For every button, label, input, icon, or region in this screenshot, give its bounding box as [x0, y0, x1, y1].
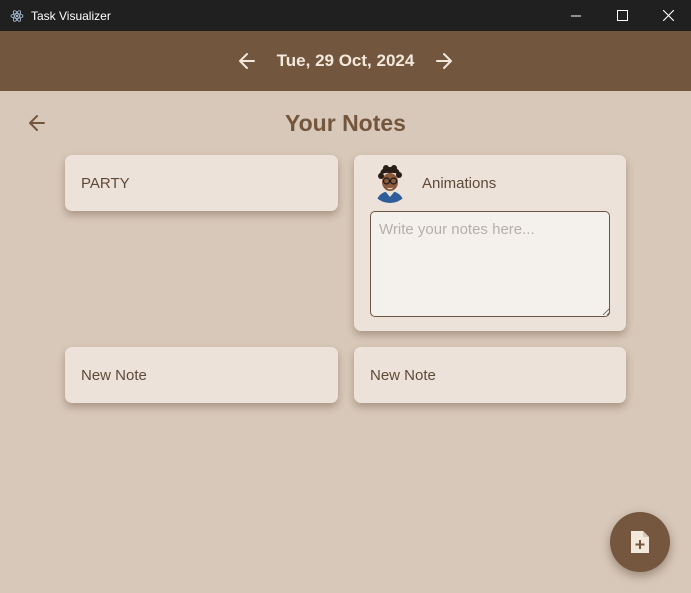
minimize-icon: [571, 15, 581, 16]
resize-handle-icon[interactable]: [602, 307, 610, 315]
maximize-button[interactable]: [599, 0, 645, 31]
next-day-button[interactable]: [432, 49, 456, 73]
current-date: Tue, 29 Oct, 2024: [276, 51, 415, 70]
note-title: PARTY: [81, 175, 130, 192]
note-title: Animations: [422, 175, 497, 192]
window-title: Task Visualizer: [31, 8, 111, 23]
close-icon: [662, 10, 674, 21]
arrow-right-icon: [436, 53, 453, 69]
page-title: Your Notes: [285, 110, 406, 136]
window-titlebar: Task Visualizer: [0, 0, 691, 31]
date-header: Tue, 29 Oct, 2024: [0, 31, 691, 91]
avatar: [370, 163, 410, 203]
note-card[interactable]: New Note: [65, 347, 338, 403]
note-card-expanded[interactable]: Animations: [354, 155, 626, 331]
close-button[interactable]: [645, 0, 691, 31]
note-card[interactable]: PARTY: [65, 155, 338, 211]
add-note-button[interactable]: [610, 512, 670, 572]
electron-app-icon: [9, 8, 25, 24]
maximize-icon: [616, 10, 628, 21]
minimize-button[interactable]: [553, 0, 599, 31]
add-note-icon: [631, 531, 649, 553]
previous-day-button[interactable]: [235, 49, 259, 73]
note-title: New Note: [370, 367, 436, 384]
note-card[interactable]: New Note: [354, 347, 626, 403]
notes-textarea[interactable]: [370, 211, 610, 317]
note-title: New Note: [81, 367, 147, 384]
arrow-left-icon: [238, 53, 255, 69]
window-controls: [553, 0, 691, 31]
